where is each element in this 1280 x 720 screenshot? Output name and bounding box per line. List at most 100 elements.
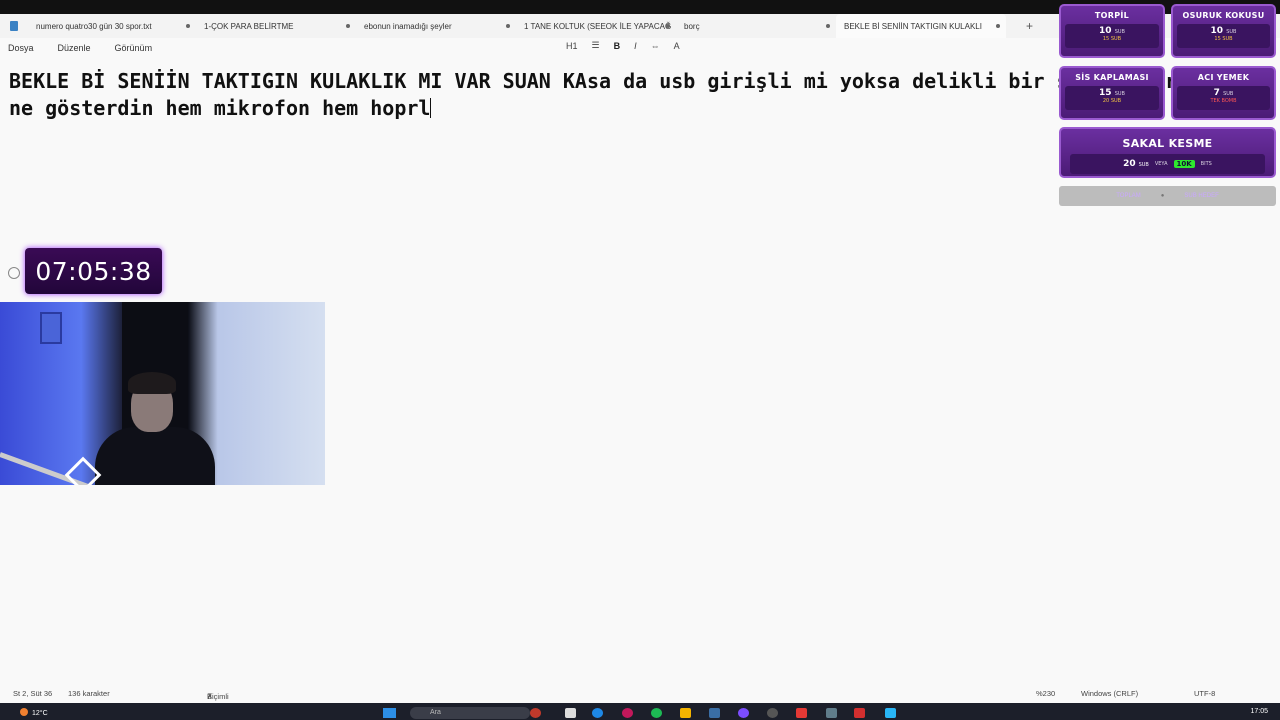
taskbar-search[interactable]: Ara bbox=[410, 707, 530, 719]
reward-button-aci-yemek[interactable]: ACI YEMEK 7 SUB TEK BOMB bbox=[1171, 66, 1276, 120]
reward-price: 15 SUB 20 SUB bbox=[1065, 86, 1159, 110]
tab-5[interactable]: borç bbox=[676, 14, 836, 38]
tab-3[interactable]: ebonun inamadığı şeyler bbox=[356, 14, 516, 38]
stream-timer: 07:05:38 bbox=[25, 248, 162, 294]
reward-bits: 15 SUB bbox=[1102, 36, 1122, 42]
sub-count: 20 bbox=[1123, 159, 1136, 169]
menu-edit[interactable]: Düzenle bbox=[58, 43, 91, 53]
cursor-position: St 2, Süt 36 bbox=[13, 689, 53, 698]
unsaved-dot-icon bbox=[826, 24, 830, 28]
notepad-taskbar-icon[interactable] bbox=[565, 708, 576, 718]
reward-title: OSURUK KOKUSU bbox=[1182, 11, 1265, 20]
reward-sub: 7 SUB bbox=[1177, 86, 1270, 98]
discord-icon[interactable] bbox=[738, 708, 749, 718]
status-bar: St 2, Süt 36 136 karakter ⊼ Biçimli %230… bbox=[0, 686, 1280, 702]
tab-1[interactable]: numero quatro30 gün 30 spor.txt bbox=[24, 14, 196, 38]
sub-unit: SUB bbox=[1138, 162, 1149, 168]
reward-button-sis[interactable]: SİS KAPLAMASI 15 SUB 20 SUB bbox=[1059, 66, 1165, 120]
notepad-app-icon bbox=[10, 21, 18, 31]
tab-label: ebonun inamadığı şeyler bbox=[364, 21, 452, 31]
menu-view[interactable]: Görünüm bbox=[115, 43, 153, 53]
unsaved-dot-icon bbox=[506, 24, 510, 28]
reward-price: 20 SUB VEYA 10K BITS bbox=[1069, 154, 1266, 174]
reward-title: SAKAL KESME bbox=[1122, 137, 1213, 150]
tab-label: BEKLE Bİ SENİİN TAKTIGIN KULAKLI bbox=[844, 21, 982, 31]
reward-bits: TEK BOMB bbox=[1210, 98, 1237, 104]
unsaved-dot-icon bbox=[186, 24, 190, 28]
steam-icon[interactable] bbox=[709, 708, 720, 718]
bits-unit: BITS bbox=[1200, 161, 1212, 167]
or-label: VEYA bbox=[1154, 161, 1168, 167]
reward-bits: 20 SUB bbox=[1102, 98, 1122, 104]
tab-label: 1 TANE KOLTUK (SEEOK İLE YAPACAĞ bbox=[524, 21, 672, 31]
clear-format-icon[interactable]: A bbox=[674, 41, 680, 51]
taskbar-clock[interactable]: 17:05 bbox=[1250, 708, 1268, 715]
link-icon[interactable]: ⇔ bbox=[651, 41, 660, 51]
file-explorer-icon[interactable] bbox=[680, 708, 691, 718]
windows-taskbar: 12°C Ara 17:05 bbox=[0, 703, 1280, 720]
reward-price: 10 SUB 15 SUB bbox=[1177, 24, 1270, 48]
editor-line-1: BEKLE Bİ SENİİN TAKTIGIN KULAKLIK MI VAR… bbox=[9, 69, 1202, 93]
stopwatch-icon bbox=[8, 267, 20, 279]
webcam-person-body bbox=[95, 427, 215, 485]
char-count: 136 karakter bbox=[68, 689, 110, 698]
editor-line-2: ne gösterdin hem mikrofon hem hoprl bbox=[9, 96, 431, 120]
game-app-icon[interactable] bbox=[530, 708, 541, 718]
weather-temp: 12°C bbox=[32, 710, 48, 717]
zoom-level[interactable]: %230 bbox=[1036, 689, 1055, 698]
encoding[interactable]: UTF-8 bbox=[1194, 689, 1215, 698]
media-app-icon[interactable] bbox=[796, 708, 807, 718]
format-label: Biçimli bbox=[207, 692, 229, 701]
unsaved-dot-icon bbox=[996, 24, 1000, 28]
reward-button-osuruk[interactable]: OSURUK KOKUSU 10 SUB 15 SUB bbox=[1171, 4, 1276, 58]
reward-button-torpil[interactable]: TORPİL 10 SUB 15 SUB bbox=[1059, 4, 1165, 58]
goal-left-label: TOPLAM bbox=[1116, 193, 1141, 199]
reward-price: 7 SUB TEK BOMB bbox=[1177, 86, 1270, 110]
heading-button[interactable]: H1 bbox=[566, 41, 578, 51]
italic-button[interactable]: I bbox=[634, 41, 637, 51]
goal-separator-icon: ● bbox=[1160, 193, 1165, 199]
weather-icon bbox=[20, 708, 28, 716]
reward-title: ACI YEMEK bbox=[1197, 73, 1250, 82]
edge-icon[interactable] bbox=[592, 708, 603, 718]
tab-2[interactable]: 1-ÇOK PARA BELİRTME bbox=[196, 14, 356, 38]
format-toolbar: H1 ☰ B I ⇔ A bbox=[566, 40, 680, 51]
sub-unit: SUB bbox=[1226, 29, 1237, 35]
settings-icon[interactable] bbox=[826, 708, 837, 718]
reward-sub: 15 SUB bbox=[1065, 86, 1159, 98]
reward-button-sakal-kesme[interactable]: SAKAL KESME 20 SUB VEYA 10K BITS bbox=[1059, 127, 1276, 178]
unsaved-dot-icon bbox=[666, 24, 670, 28]
bold-button[interactable]: B bbox=[614, 41, 621, 51]
webcam-person-hair bbox=[128, 372, 176, 394]
tab-label: borç bbox=[684, 21, 700, 31]
sub-count: 10 bbox=[1210, 26, 1224, 36]
tab-4[interactable]: 1 TANE KOLTUK (SEEOK İLE YAPACAĞ bbox=[516, 14, 676, 38]
webcam-wall-frame bbox=[40, 312, 62, 344]
spotify-icon[interactable] bbox=[651, 708, 662, 718]
tab-active[interactable]: BEKLE Bİ SENİİN TAKTIGIN KULAKLI bbox=[836, 14, 1006, 38]
reward-sub: 10 SUB bbox=[1177, 24, 1270, 36]
menu-file[interactable]: Dosya bbox=[8, 43, 34, 53]
weather-widget[interactable]: 12°C bbox=[20, 708, 48, 717]
sub-count: 15 bbox=[1099, 88, 1112, 98]
text-editor[interactable]: BEKLE Bİ SENİİN TAKTIGIN KULAKLIK MI VAR… bbox=[9, 68, 1201, 122]
sub-unit: SUB bbox=[1223, 91, 1234, 97]
opera-icon[interactable] bbox=[622, 708, 633, 718]
list-icon[interactable]: ☰ bbox=[592, 40, 600, 51]
bits-badge: 10K bbox=[1173, 160, 1195, 168]
tab-label: 1-ÇOK PARA BELİRTME bbox=[204, 21, 294, 31]
reward-title: SİS KAPLAMASI bbox=[1075, 73, 1149, 82]
obs-icon[interactable] bbox=[767, 708, 778, 718]
reward-sub: 20 SUB bbox=[1123, 159, 1149, 169]
goal-right-label: SUB HEDEF bbox=[1184, 193, 1219, 199]
start-button[interactable] bbox=[383, 708, 396, 718]
add-tab-button[interactable]: + bbox=[1026, 19, 1033, 33]
line-ending[interactable]: Windows (CRLF) bbox=[1081, 689, 1138, 698]
unsaved-dot-icon bbox=[346, 24, 350, 28]
red-app-icon[interactable] bbox=[854, 708, 865, 718]
sub-unit: SUB bbox=[1114, 91, 1125, 97]
notepad-active-icon[interactable] bbox=[885, 708, 896, 718]
reward-title: TORPİL bbox=[1094, 11, 1130, 20]
reward-sub: 10 SUB bbox=[1065, 24, 1159, 36]
reward-price: 10 SUB 15 SUB bbox=[1065, 24, 1159, 48]
